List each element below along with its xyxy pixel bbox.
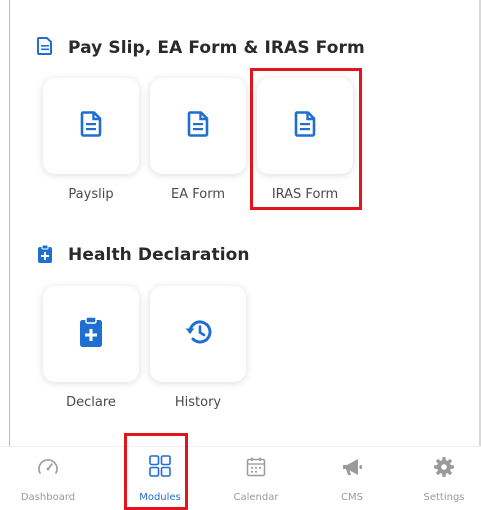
calendar-icon	[244, 455, 268, 479]
tab-dashboard[interactable]: Dashboard	[0, 447, 96, 510]
clipboard-plus-icon	[37, 244, 53, 269]
tab-calendar[interactable]: Calendar	[208, 447, 304, 510]
iras-form-label: IRAS Form	[271, 187, 339, 202]
document-icon	[294, 111, 316, 141]
document-icon	[80, 111, 102, 141]
speedometer-icon	[36, 455, 60, 479]
tab-label: CMS	[341, 492, 363, 503]
grid-icon	[148, 454, 172, 478]
tab-label: Calendar	[233, 492, 279, 503]
declare-label: Declare	[66, 395, 116, 410]
tab-settings[interactable]: Settings	[396, 447, 481, 510]
bottom-tab-bar: Dashboard Modules Calendar CMS Settings	[0, 446, 481, 510]
tab-modules[interactable]: Modules	[112, 447, 208, 510]
clipboard-plus-icon	[79, 316, 103, 352]
ea-form-label: EA Form	[171, 187, 225, 202]
history-label: History	[174, 395, 222, 410]
section-title-text: Health Declaration	[68, 245, 250, 265]
payslip-label: Payslip	[68, 187, 114, 202]
iras-form-tile[interactable]	[257, 78, 353, 174]
history-tile[interactable]	[150, 286, 246, 382]
history-icon	[183, 318, 213, 350]
tab-label: Dashboard	[20, 492, 76, 503]
payslip-tile[interactable]	[43, 78, 139, 174]
document-icon	[37, 36, 53, 60]
tab-cms[interactable]: CMS	[304, 447, 400, 510]
document-icon	[187, 111, 209, 141]
declare-tile[interactable]	[43, 286, 139, 382]
gear-icon	[432, 455, 456, 479]
section-title-text: Pay Slip, EA Form & IRAS Form	[68, 38, 365, 58]
megaphone-icon	[340, 455, 364, 479]
tab-label: Settings	[423, 492, 465, 503]
ea-form-tile[interactable]	[150, 78, 246, 174]
left-divider	[9, 0, 10, 510]
tab-label: Modules	[139, 492, 181, 503]
